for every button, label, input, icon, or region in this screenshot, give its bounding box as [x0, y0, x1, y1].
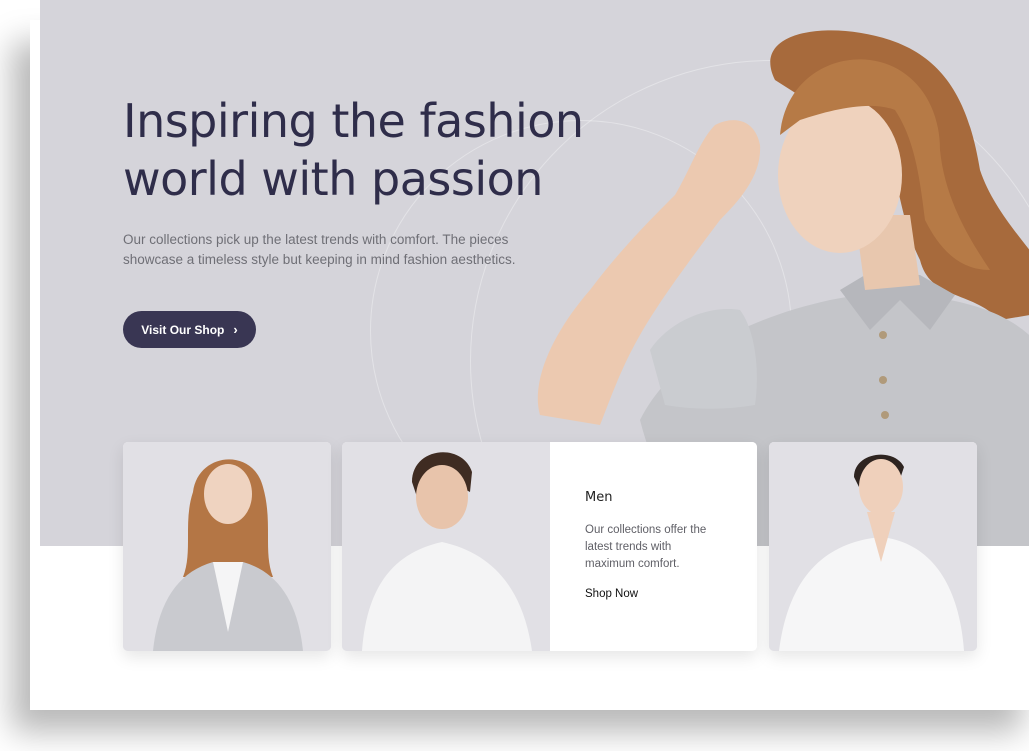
card-description: Our collections offer the latest trends … — [585, 522, 735, 573]
figure-face — [416, 465, 468, 529]
model-button — [879, 331, 887, 339]
women-tshirt-photo — [769, 442, 977, 651]
description-line: showcase a timeless style but keeping in… — [123, 251, 516, 267]
model-button — [879, 376, 887, 384]
product-card-men[interactable]: Men Our collections offer the latest tre… — [342, 442, 757, 651]
description-line: maximum comfort. — [585, 558, 680, 570]
women-cardigan-photo — [123, 442, 331, 651]
description-line: Our collections pick up the latest trend… — [123, 232, 509, 247]
shop-now-link[interactable]: Shop Now — [585, 588, 638, 600]
figure-face — [859, 459, 903, 515]
description-line: latest trends with — [585, 541, 672, 553]
model-button — [881, 411, 889, 419]
men-tshirt-photo — [342, 442, 550, 651]
visit-shop-button[interactable]: Visit Our Shop › — [123, 311, 256, 348]
hero-description: Our collections pick up the latest trend… — [123, 230, 523, 269]
product-card-women-tee[interactable] — [769, 442, 977, 651]
product-card-women[interactable] — [123, 442, 331, 651]
model-sleeve — [650, 309, 757, 409]
card-title: Men — [585, 490, 613, 505]
chevron-right-icon: › — [233, 322, 238, 337]
description-line: Our collections offer the — [585, 524, 707, 536]
men-card-content: Men Our collections offer the latest tre… — [550, 442, 757, 651]
website-mockup: Inspiring the fashion world with passion… — [40, 0, 1029, 694]
visit-shop-label: Visit Our Shop — [141, 322, 225, 337]
figure-face — [204, 464, 252, 524]
